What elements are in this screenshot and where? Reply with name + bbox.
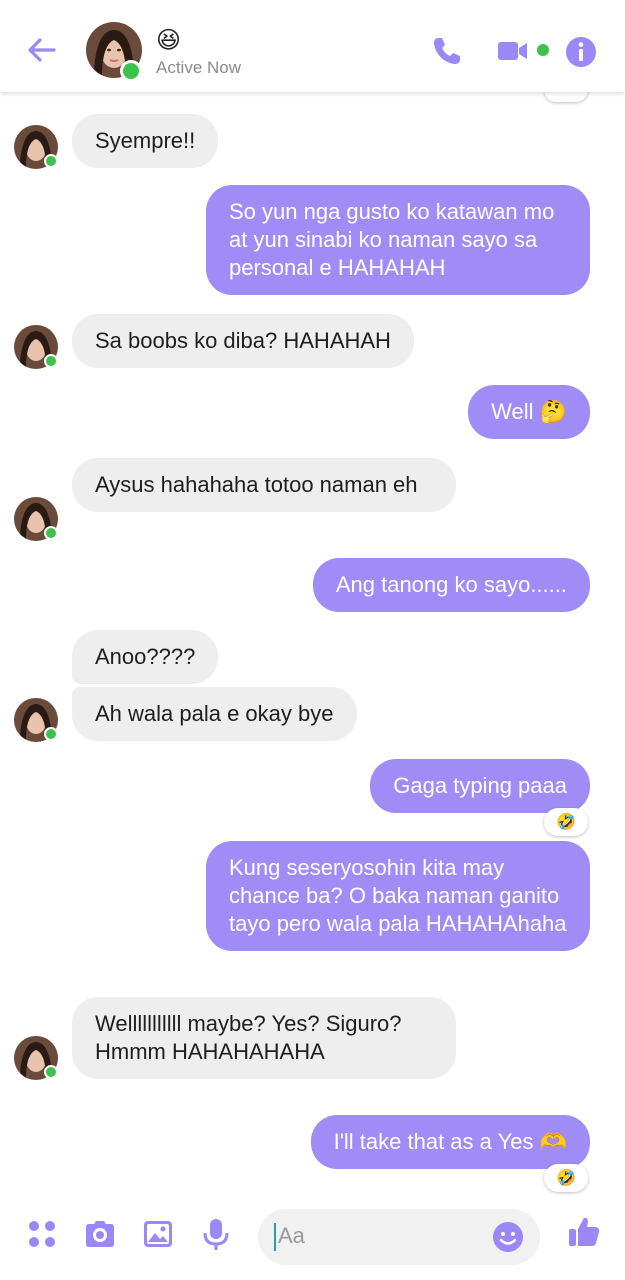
incoming-message[interactable]: Ah wala pala e okay bye — [72, 687, 357, 741]
incoming-message[interactable]: Aysus hahahaha totoo naman eh — [72, 458, 456, 512]
incoming-message[interactable]: Welllllllllll maybe? Yes? Siguro? Hmmm H… — [72, 997, 456, 1079]
message-input[interactable]: Aa — [258, 1209, 540, 1265]
reaction-badge[interactable]: 🤣 — [544, 1164, 588, 1192]
video-active-dot — [537, 44, 549, 56]
phone-call-icon[interactable] — [430, 34, 464, 68]
online-indicator — [44, 354, 58, 368]
outgoing-message[interactable]: So yun nga gusto ko katawan mo at yun si… — [206, 185, 590, 295]
online-indicator — [44, 154, 58, 168]
online-indicator — [44, 526, 58, 540]
active-status: Active Now — [156, 58, 242, 77]
online-indicator — [44, 727, 58, 741]
message-placeholder: Aa — [278, 1223, 305, 1248]
thumbs-up-icon[interactable] — [566, 1214, 602, 1250]
back-arrow-icon[interactable] — [24, 32, 60, 68]
outgoing-message[interactable]: Ang tanong ko sayo...... — [312, 558, 590, 612]
conversation-header: 😆 Active Now — [0, 0, 625, 92]
outgoing-message[interactable]: Well 🤔 — [468, 385, 590, 439]
incoming-message[interactable]: Sa boobs ko diba? HAHAHAH — [72, 314, 414, 368]
outgoing-message[interactable]: I'll take that as a Yes 🫶 — [310, 1115, 590, 1169]
emoji-icon[interactable] — [492, 1221, 524, 1253]
text-caret — [274, 1223, 276, 1251]
outgoing-message[interactable]: Kung seseryosohin kita may chance ba? O … — [206, 841, 590, 951]
outgoing-message[interactable]: Gaga typing paaa — [370, 759, 590, 813]
incoming-message[interactable]: Anoo???? — [72, 630, 219, 684]
reaction-badge[interactable]: 🤣 — [544, 808, 588, 836]
gallery-icon[interactable] — [140, 1216, 176, 1252]
incoming-message[interactable]: Syempre!! — [72, 114, 219, 168]
message-composer: Aa — [0, 1196, 625, 1280]
info-icon[interactable] — [564, 35, 598, 69]
video-call-icon[interactable] — [496, 34, 530, 68]
camera-icon[interactable] — [82, 1216, 118, 1252]
apps-icon[interactable] — [24, 1216, 60, 1252]
online-indicator — [44, 1065, 58, 1079]
online-indicator — [120, 60, 142, 82]
microphone-icon[interactable] — [198, 1216, 234, 1252]
contact-name: 😆 — [156, 26, 182, 54]
